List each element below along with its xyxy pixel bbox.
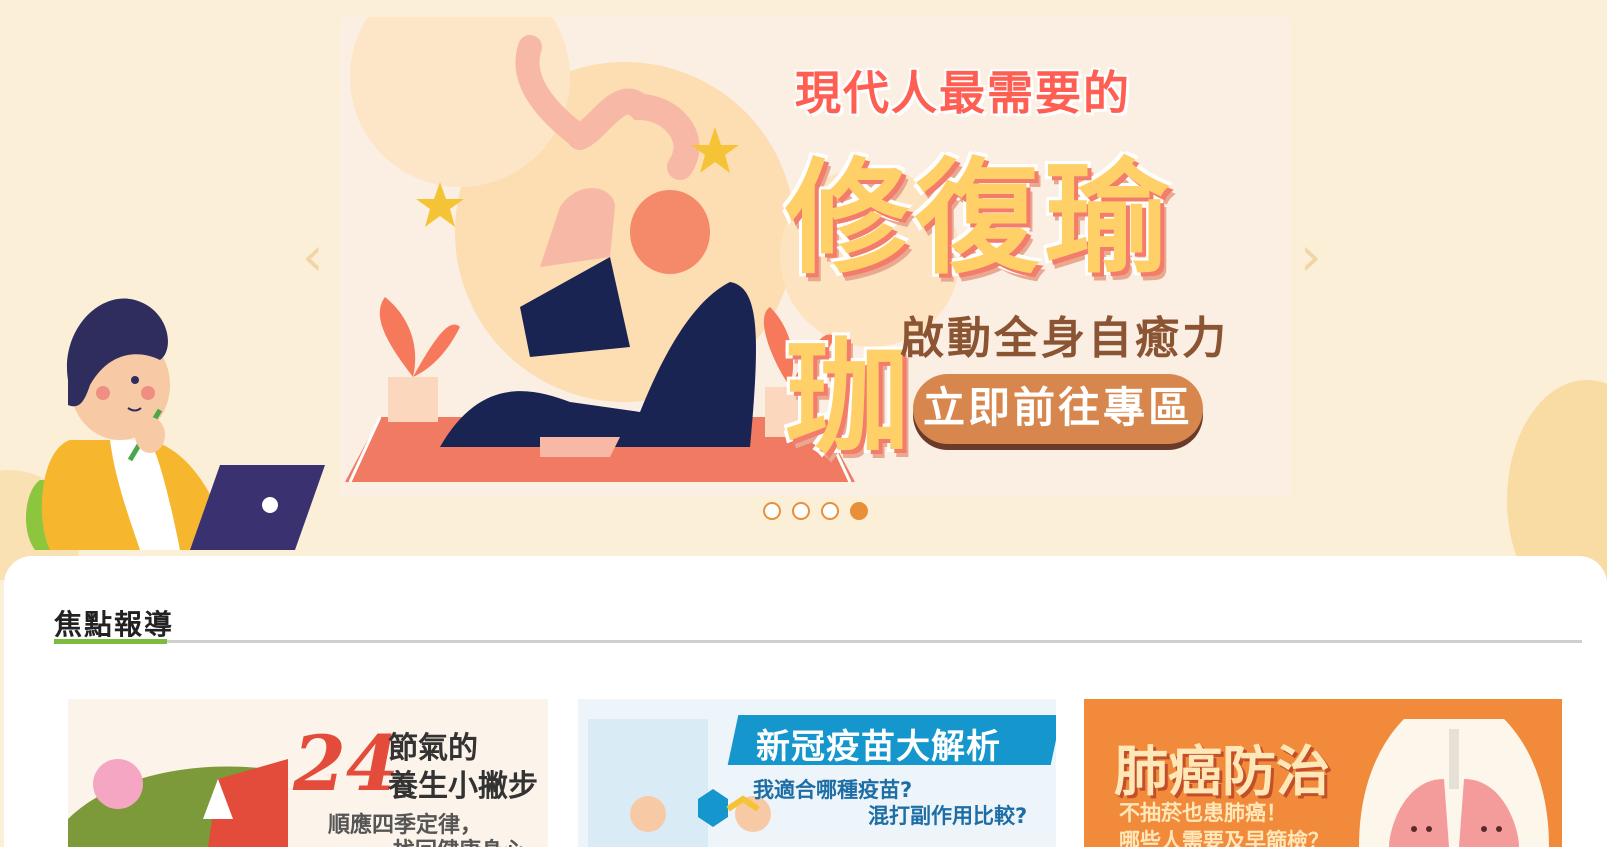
card-subtitle-line: 哪些人需要及早篩檢？ xyxy=(1119,829,1329,847)
card-title: 肺癌防治 xyxy=(1114,740,1330,803)
chevron-right-icon[interactable]: › xyxy=(1300,230,1322,284)
news-card-solar-terms[interactable]: 24 節氣的 養生小撇步 順應四季定律， 找回健康身心 xyxy=(68,699,548,847)
banner-subtitle: 啟動全身自癒力 xyxy=(900,313,1229,364)
content-panel: 焦點報導 24 節氣的 養生小撇步 順應四季定律， 找回健康身心 新冠疫苗大解析… xyxy=(4,556,1607,847)
banner-cta-button[interactable]: 立即前往專區 xyxy=(913,374,1203,444)
section-divider-accent xyxy=(54,639,167,644)
decor-blob xyxy=(1507,380,1607,580)
card-title-line: 養生小撇步 xyxy=(388,769,538,804)
card-subtitle-line: 混打副作用比較? xyxy=(868,804,1028,828)
mascot-illustration xyxy=(25,298,325,550)
banner-kicker: 現代人最需要的 xyxy=(795,66,1131,120)
hero-carousel[interactable]: 現代人最需要的 修復瑜珈 啟動全身自癒力 立即前往專區 xyxy=(340,17,1291,496)
card-subtitle-line: 找回健康身心 xyxy=(393,833,525,847)
chevron-left-icon[interactable]: ‹ xyxy=(302,230,324,284)
section-divider xyxy=(54,640,1582,643)
news-card-covid-vaccine[interactable]: 新冠疫苗大解析 我適合哪種疫苗? 混打副作用比較? xyxy=(578,699,1056,847)
section-title: 焦點報導 xyxy=(54,608,175,641)
seasons-illustration xyxy=(68,759,288,847)
carousel-dot-2[interactable] xyxy=(792,502,810,520)
card-number: 24 xyxy=(293,719,399,808)
carousel-dot-3[interactable] xyxy=(821,502,839,520)
news-card-lung-cancer[interactable]: 肺癌防治 不抽菸也患肺癌！ 哪些人需要及早篩檢？ xyxy=(1084,699,1562,847)
card-title: 新冠疫苗大解析 xyxy=(756,727,1001,767)
carousel-pagination xyxy=(763,502,868,520)
carousel-dot-4[interactable] xyxy=(850,502,868,520)
carousel-dot-1[interactable] xyxy=(763,502,781,520)
card-subtitle-line: 不抽菸也患肺癌！ xyxy=(1119,801,1287,825)
